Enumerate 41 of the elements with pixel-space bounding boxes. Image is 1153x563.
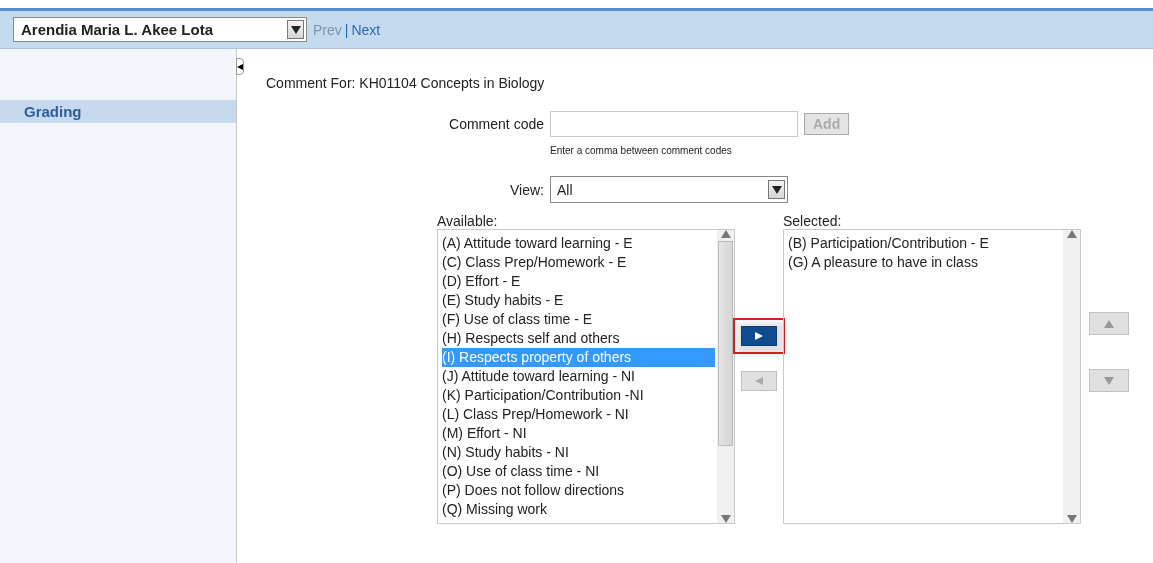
- scroll-up-icon: [720, 230, 731, 238]
- dropdown-arrow-icon: [771, 185, 782, 194]
- list-item[interactable]: (O) Use of class time - NI: [442, 462, 715, 481]
- list-item[interactable]: (Q) Missing work: [442, 500, 715, 519]
- list-item[interactable]: (C) Class Prep/Homework - E: [442, 253, 715, 272]
- list-item[interactable]: (H) Respects self and others: [442, 329, 715, 348]
- up-arrow-icon: [1104, 319, 1114, 328]
- list-item[interactable]: (N) Study habits - NI: [442, 443, 715, 462]
- view-dropdown[interactable]: All: [550, 176, 788, 203]
- student-dropdown[interactable]: Arendia Maria L. Akee Lota: [13, 17, 307, 42]
- dropdown-arrow-icon: [290, 25, 301, 34]
- list-item[interactable]: (J) Attitude toward learning - NI: [442, 367, 715, 386]
- list-label: Selected:: [783, 213, 843, 229]
- right-arrow-icon: [755, 332, 763, 340]
- list-item[interactable]: (F) Use of class time - E: [442, 310, 715, 329]
- scroll-down-icon: [1066, 515, 1077, 523]
- list-item[interactable]: (K) Participation/Contribution -NI: [442, 386, 715, 405]
- list-item[interactable]: (D) Effort - E: [442, 272, 715, 291]
- left-arrow-icon: [755, 377, 763, 385]
- list-item[interactable]: (E) Study habits - E: [442, 291, 715, 310]
- sidebar-item[interactable]: Grading: [0, 100, 236, 123]
- scrollbar[interactable]: [1063, 230, 1080, 523]
- down-arrow-icon: [1104, 376, 1114, 385]
- list-item[interactable]: (L) Class Prep/Homework - NI: [442, 405, 715, 424]
- hint-text: Enter a comma between comment codes: [550, 145, 732, 156]
- separator: |: [344, 21, 349, 38]
- comment-code-field[interactable]: [550, 111, 798, 137]
- collapse-handle[interactable]: [236, 58, 244, 75]
- scroll-down-icon: [720, 515, 731, 523]
- page-title: Comment For: KH01104 Concepts in Biology: [266, 75, 546, 91]
- list-item[interactable]: (A) Attitude toward learning - E: [442, 234, 715, 253]
- scroll-up-icon: [1066, 230, 1077, 238]
- list-item[interactable]: (G) A pleasure to have in class: [788, 253, 1061, 272]
- nav-link[interactable]: Next: [351, 21, 381, 38]
- list-label: Available:: [437, 213, 499, 229]
- list-item[interactable]: (P) Does not follow directions: [442, 481, 715, 500]
- list-item[interactable]: (B) Participation/Contribution - E: [788, 234, 1061, 253]
- field-label: Comment code: [448, 116, 545, 132]
- scrollbar[interactable]: [717, 230, 734, 523]
- list-item[interactable]: (M) Effort - NI: [442, 424, 715, 443]
- field-label: View:: [509, 181, 545, 198]
